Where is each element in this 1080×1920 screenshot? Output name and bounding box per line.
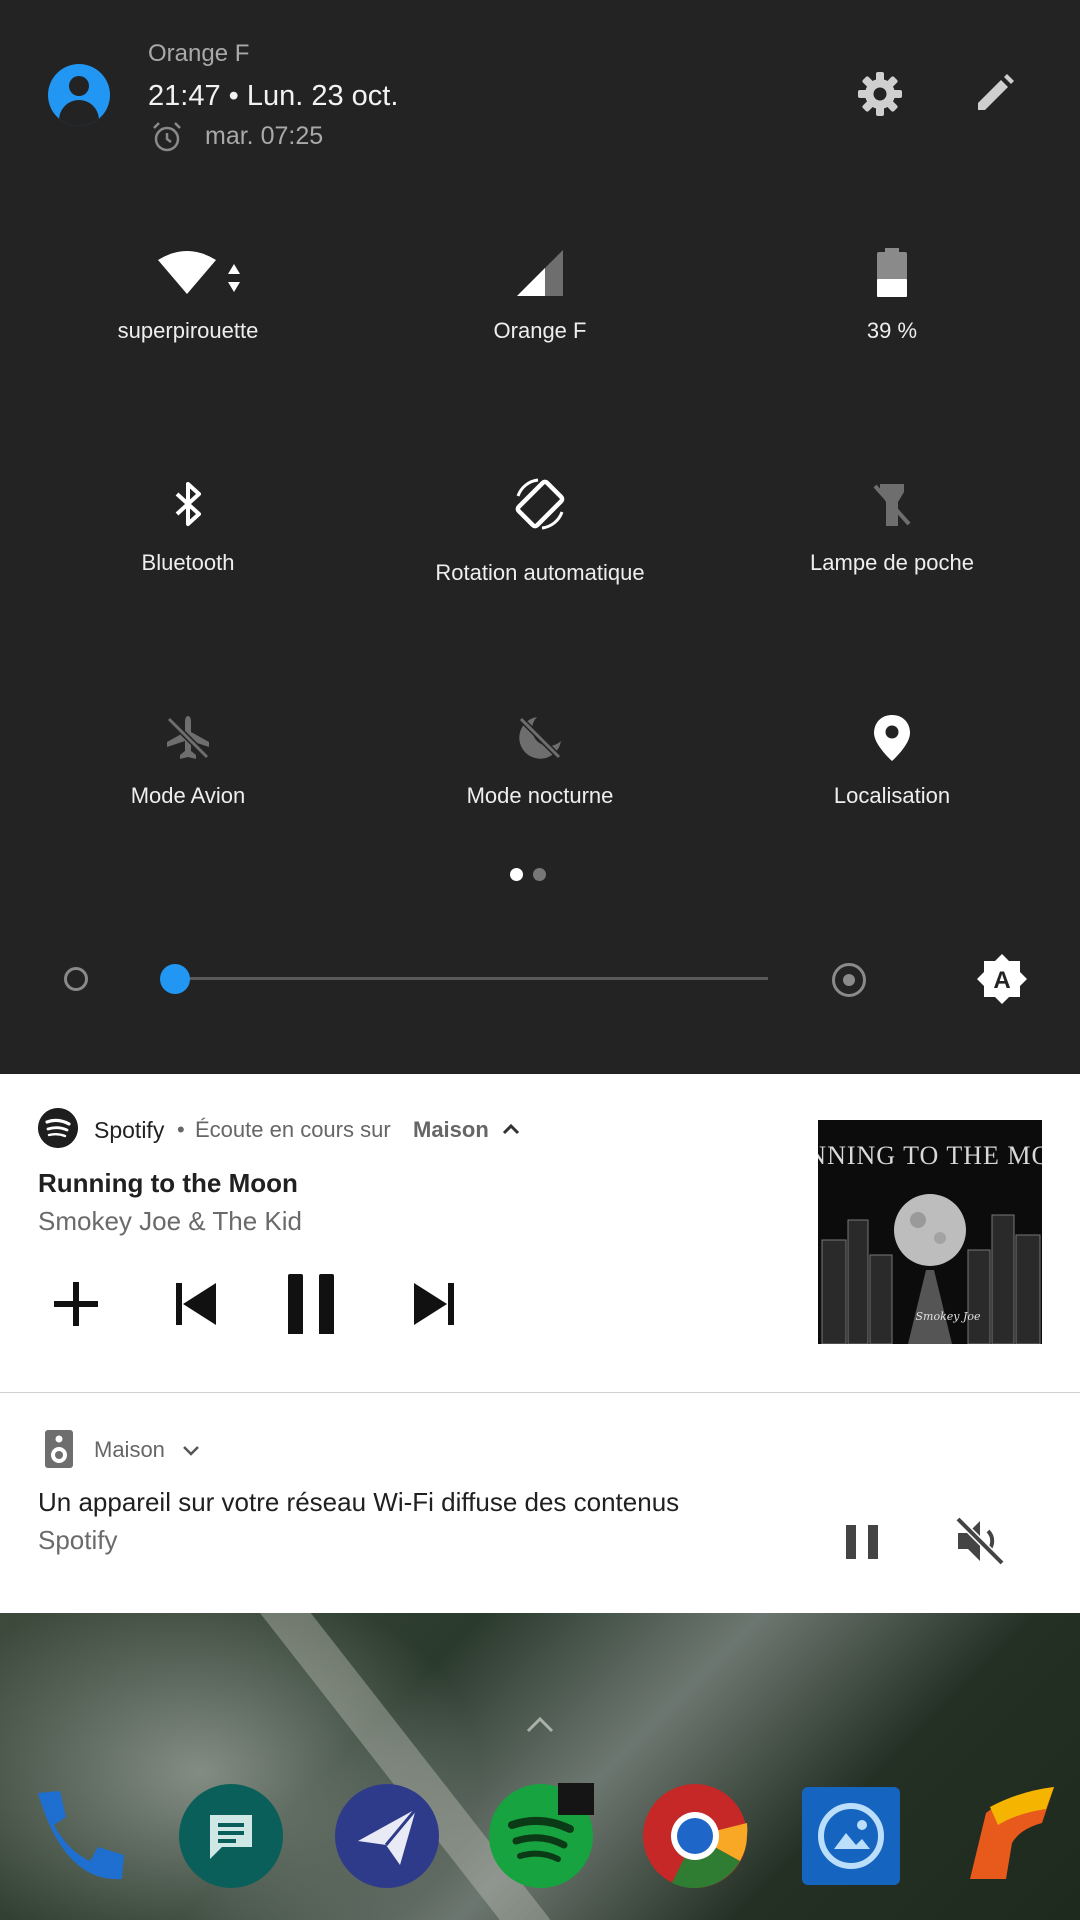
- edit-pencil-icon[interactable]: [966, 66, 1022, 122]
- tile-label: Rotation automatique: [435, 560, 645, 585]
- next-alarm[interactable]: mar. 07:25: [205, 122, 323, 151]
- tile-label: Localisation: [833, 783, 951, 808]
- flashlight-off-icon: [873, 484, 911, 526]
- tile-auto-rotate[interactable]: Rotation automatique: [360, 474, 720, 624]
- battery-icon: [877, 248, 907, 297]
- tile-label: Mode nocturne: [466, 783, 614, 808]
- track-artist: Smokey Joe & The Kid: [38, 1206, 302, 1236]
- cast-notification[interactable]: Maison Un appareil sur votre réseau Wi-F…: [0, 1393, 1080, 1613]
- brightness-slider-thumb[interactable]: [160, 964, 190, 994]
- cellular-signal-icon: [517, 250, 563, 296]
- bluetooth-icon: [175, 482, 201, 526]
- brightness-high-icon: [832, 963, 866, 997]
- app-drawer-caret-icon[interactable]: [524, 1713, 556, 1735]
- carrier-name: Orange F: [148, 40, 250, 67]
- tile-label: Lampe de poche: [810, 550, 974, 575]
- tile-label: Bluetooth: [141, 550, 235, 575]
- album-title-text: RUNNING TO THE MOON: [818, 1141, 1042, 1170]
- cast-device-name: Maison: [413, 1117, 489, 1142]
- quick-settings-panel: Orange F 21:47 • Lun. 23 oct. mar. 07:25…: [0, 0, 1080, 1074]
- skip-previous-icon[interactable]: [166, 1274, 226, 1334]
- tile-wifi[interactable]: superpirouette: [8, 248, 368, 398]
- listening-on-label: Écoute en cours sur: [195, 1117, 391, 1142]
- tile-location[interactable]: Localisation: [712, 713, 1072, 863]
- spotify-app-icon[interactable]: [488, 1783, 594, 1889]
- page-indicator-dot-active: [510, 868, 523, 881]
- auto-brightness-icon[interactable]: A: [975, 952, 1029, 1006]
- tile-flashlight[interactable]: Lampe de poche: [712, 480, 1072, 630]
- album-art: RUNNING TO THE MOON Smokey Joe: [818, 1120, 1042, 1344]
- svg-text:A: A: [993, 967, 1010, 994]
- svg-text:Smokey Joe: Smokey Joe: [915, 1310, 981, 1323]
- notification-app-name: Maison: [94, 1437, 165, 1462]
- tile-night-mode[interactable]: Mode nocturne: [360, 713, 720, 863]
- chevron-down-icon[interactable]: [180, 1439, 202, 1461]
- night-mode-off-icon: [518, 716, 562, 760]
- messages-app-icon[interactable]: [178, 1783, 284, 1889]
- spotify-media-notification[interactable]: Spotify • Écoute en cours sur Maison Run…: [0, 1074, 1080, 1392]
- tile-airplane[interactable]: Mode Avion: [8, 713, 368, 863]
- feedly-app-icon[interactable]: [950, 1783, 1056, 1889]
- cast-notification-subtitle: Spotify: [38, 1525, 118, 1555]
- tile-label: Mode Avion: [130, 783, 246, 808]
- header-separator: •: [177, 1117, 185, 1142]
- phone-app-icon[interactable]: [24, 1783, 130, 1889]
- alarm-icon: [153, 122, 181, 152]
- settings-gear-icon[interactable]: [852, 66, 908, 122]
- clock-date[interactable]: 21:47 • Lun. 23 oct.: [148, 80, 398, 113]
- brightness-slider-track[interactable]: [176, 977, 768, 980]
- tile-label: superpirouette: [117, 318, 259, 343]
- tile-label: Orange F: [493, 318, 587, 343]
- airplane-off-icon: [166, 716, 210, 760]
- skip-next-icon[interactable]: [404, 1274, 464, 1334]
- pause-icon[interactable]: [284, 1274, 344, 1334]
- tile-bluetooth[interactable]: Bluetooth: [8, 480, 368, 630]
- auto-rotate-icon: [515, 478, 565, 530]
- chevron-up-icon[interactable]: [500, 1118, 522, 1140]
- location-icon: [874, 715, 910, 761]
- track-title: Running to the Moon: [38, 1168, 298, 1198]
- chrome-app-icon[interactable]: [642, 1783, 748, 1889]
- pause-icon[interactable]: [834, 1513, 890, 1569]
- wifi-icon: [158, 251, 240, 294]
- tile-label: 39 %: [866, 318, 918, 343]
- cast-notification-title: Un appareil sur votre réseau Wi-Fi diffu…: [38, 1487, 680, 1517]
- mute-icon[interactable]: [952, 1513, 1008, 1569]
- telegram-app-icon[interactable]: [334, 1783, 440, 1889]
- speaker-icon: [45, 1430, 73, 1468]
- spotify-logo-icon: [38, 1108, 78, 1148]
- tile-battery[interactable]: 39 %: [712, 248, 1072, 398]
- add-icon[interactable]: [46, 1274, 106, 1334]
- brightness-low-icon: [64, 967, 88, 991]
- gallery-app-icon[interactable]: [798, 1783, 904, 1889]
- tile-cellular[interactable]: Orange F: [360, 248, 720, 398]
- page-indicator-dot: [533, 868, 546, 881]
- user-avatar-icon[interactable]: [48, 64, 110, 126]
- home-screen-wallpaper: [0, 1613, 1080, 1920]
- notification-app-name: Spotify: [94, 1117, 165, 1143]
